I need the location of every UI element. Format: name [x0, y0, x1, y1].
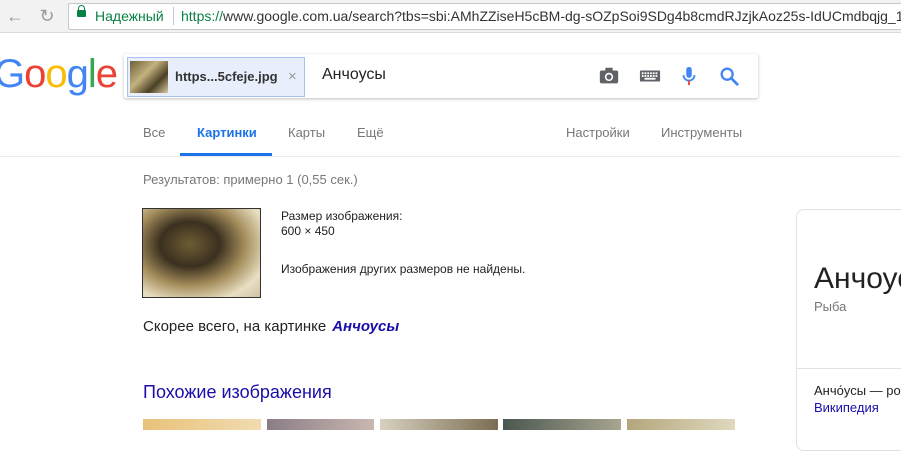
- tab-tools[interactable]: Инструменты: [661, 125, 742, 140]
- similar-image-5[interactable]: [627, 419, 735, 430]
- result-stats: Результатов: примерно 1 (0,55 сек.): [143, 172, 358, 187]
- query-image[interactable]: [142, 208, 261, 298]
- best-guess-prefix: Скорее всего, на картинке: [143, 318, 327, 335]
- similar-image-3[interactable]: [380, 419, 498, 430]
- refresh-icon[interactable]: ↻: [36, 5, 58, 27]
- keyboard-icon[interactable]: [639, 65, 661, 87]
- similar-image-2[interactable]: [267, 419, 374, 430]
- knowledge-panel: Анчоус Рыба Анчо́усы — ро Википедия: [796, 209, 901, 451]
- search-icon[interactable]: [718, 65, 740, 87]
- close-icon[interactable]: ×: [288, 68, 297, 85]
- lock-icon: [77, 5, 86, 17]
- image-size-value: 600 × 450: [281, 224, 335, 238]
- knowledge-panel-subtitle: Рыба: [814, 299, 847, 314]
- url-rest: www.google.com.ua/search?tbs=sbi:AMhZZis…: [223, 8, 901, 24]
- tab-all[interactable]: Все: [143, 125, 165, 140]
- tab-settings[interactable]: Настройки: [566, 125, 630, 140]
- tab-images[interactable]: Картинки: [197, 125, 257, 140]
- wikipedia-link[interactable]: Википедия: [814, 400, 879, 415]
- search-tabs: Все Картинки Карты Ещё Настройки Инструм…: [0, 118, 901, 157]
- search-box[interactable]: https...5cfeje.jpg × Анчоусы: [124, 54, 758, 98]
- best-guess-link[interactable]: Анчоусы: [332, 318, 399, 335]
- url-text[interactable]: https://www.google.com.ua/search?tbs=sbi…: [181, 8, 901, 24]
- search-input[interactable]: Анчоусы: [322, 66, 386, 84]
- google-logo[interactable]: Google: [0, 52, 118, 97]
- image-query-chip[interactable]: https...5cfeje.jpg ×: [127, 57, 305, 97]
- similar-images-heading[interactable]: Похожие изображения: [143, 382, 332, 403]
- tab-more[interactable]: Ещё: [357, 125, 384, 140]
- secure-label: Надежный: [95, 8, 164, 24]
- tab-maps[interactable]: Карты: [288, 125, 325, 140]
- knowledge-panel-title: Анчоус: [814, 262, 901, 295]
- camera-icon[interactable]: [598, 65, 620, 87]
- best-guess: Скорее всего, на картинке Анчоусы: [143, 318, 399, 335]
- divider: [797, 368, 901, 369]
- back-arrow-icon[interactable]: ←: [4, 5, 26, 27]
- knowledge-panel-description: Анчо́усы — ро: [814, 383, 901, 398]
- microphone-icon[interactable]: [678, 65, 700, 87]
- similar-image-4[interactable]: [503, 419, 621, 430]
- image-file-name: https...5cfeje.jpg: [175, 69, 278, 84]
- active-tab-indicator: [180, 153, 272, 156]
- address-bar[interactable]: Надежный https://www.google.com.ua/searc…: [68, 3, 901, 30]
- other-sizes-note: Изображения других размеров не найдены.: [281, 262, 526, 276]
- similar-image-1[interactable]: [143, 419, 261, 430]
- image-size-label: Размер изображения:: [281, 209, 403, 223]
- browser-toolbar: ← ↻ Надежный https://www.google.com.ua/s…: [0, 0, 901, 33]
- url-separator: [173, 7, 174, 25]
- query-image-thumbnail: [130, 61, 168, 93]
- url-scheme: https://: [181, 8, 224, 24]
